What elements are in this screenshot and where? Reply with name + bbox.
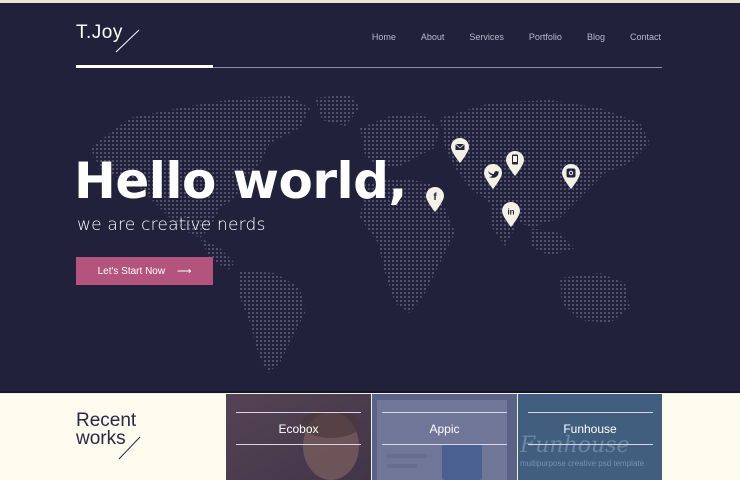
twitter-icon[interactable] xyxy=(483,164,503,190)
arrow-right-icon: ⟶ xyxy=(177,265,192,277)
svg-text:in: in xyxy=(507,208,514,217)
ecobox-thumbnail xyxy=(226,394,371,480)
recent-works-slash-mark xyxy=(118,436,141,460)
appic-top-rule xyxy=(382,412,507,413)
ecobox-bottom-rule xyxy=(236,444,361,445)
phone-icon[interactable] xyxy=(505,151,525,177)
appic-thumbnail xyxy=(372,394,517,480)
funhouse-top-rule xyxy=(528,412,653,413)
work-tile-appic[interactable]: Appic xyxy=(372,394,517,480)
funhouse-thumbnail: Funhouse multipurpose creative psd templ… xyxy=(518,394,662,480)
hero-section: T.Joy Home About Services Portfolio Blog… xyxy=(0,0,740,393)
ecobox-label: Ecobox xyxy=(278,422,319,436)
work-tile-funhouse[interactable]: Funhouse multipurpose creative psd templ… xyxy=(518,394,662,480)
facebook-icon[interactable]: f xyxy=(425,187,445,213)
main-nav: Home About Services Portfolio Blog Conta… xyxy=(347,32,661,42)
linkedin-icon[interactable]: in xyxy=(501,202,521,228)
nav-about[interactable]: About xyxy=(421,32,445,42)
funhouse-bottom-rule xyxy=(528,444,653,445)
ecobox-top-rule xyxy=(236,412,361,413)
nav-services[interactable]: Services xyxy=(469,32,504,42)
hero-subtitle: we are creative nerds xyxy=(77,215,266,235)
start-now-label: Let's Start Now xyxy=(97,265,166,277)
funhouse-label: Funhouse xyxy=(563,422,617,436)
funhouse-image-subtext: multipurpose creative psd template xyxy=(520,459,645,468)
nav-contact[interactable]: Contact xyxy=(630,32,661,42)
nav-portfolio[interactable]: Portfolio xyxy=(529,32,562,42)
hero-bottom-edge xyxy=(0,391,740,393)
hero-title: Hello world, xyxy=(74,152,407,210)
work-tile-ecobox[interactable]: Ecobox xyxy=(226,394,371,480)
appic-label: Appic xyxy=(429,422,460,436)
recent-works-header: Recent works xyxy=(0,394,226,480)
logo-slash-mark xyxy=(115,29,140,53)
appic-bottom-rule xyxy=(382,444,507,445)
top-edge xyxy=(0,0,740,3)
mail-icon[interactable] xyxy=(450,138,470,164)
nav-blog[interactable]: Blog xyxy=(587,32,605,42)
funhouse-image-text: Funhouse xyxy=(519,433,630,458)
right-margin xyxy=(662,394,740,480)
nav-home[interactable]: Home xyxy=(372,32,396,42)
instagram-icon[interactable] xyxy=(561,164,581,190)
nav-active-indicator xyxy=(76,65,213,68)
start-now-button[interactable]: Let's Start Now ⟶ xyxy=(76,257,213,285)
